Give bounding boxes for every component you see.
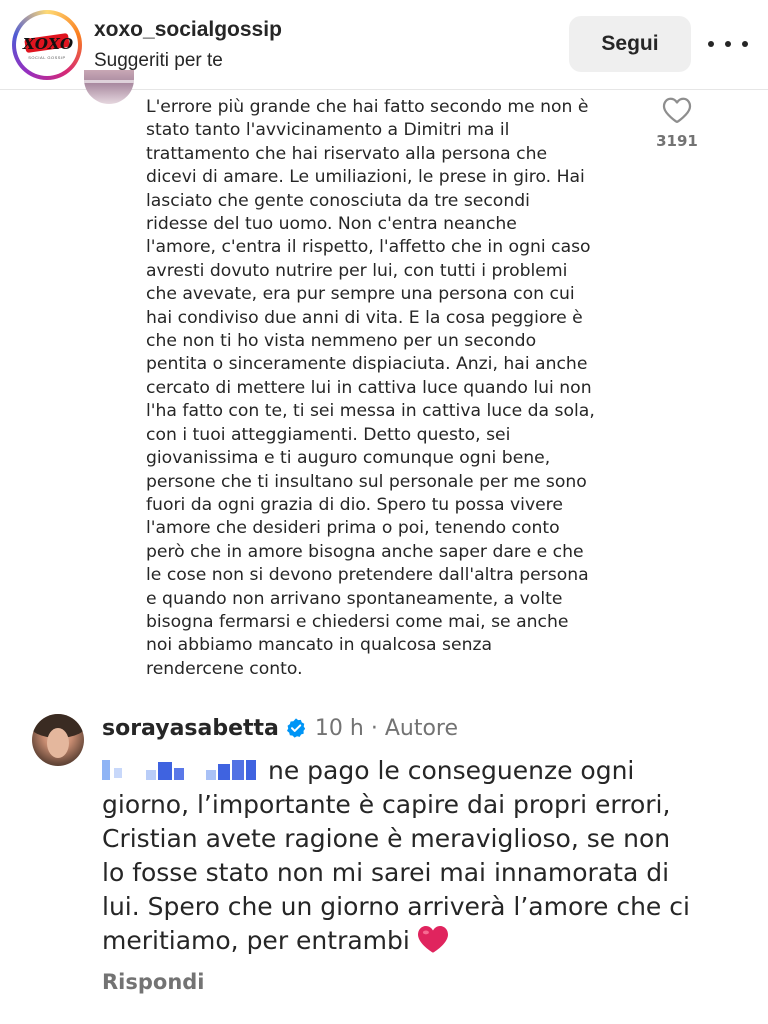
meta-separator: · — [370, 715, 378, 741]
reply-line-text: ne pago le conseguenze ogni — [268, 756, 635, 785]
reply-text: ne pago le conseguenze ogni giorno, l’im… — [102, 754, 742, 958]
reply-line-text: meritiamo, per entrambi — [102, 926, 410, 955]
comment-line: e quando non arrivano spontaneamente, a … — [146, 588, 563, 609]
comment-line: L'errore più grande che hai fatto second… — [146, 97, 589, 117]
reply-line: giorno, l’importante è capire dai propri… — [102, 790, 671, 819]
follow-button[interactable]: Segui — [569, 16, 691, 72]
comment-line: che avevate, era pur sempre una persona … — [146, 284, 575, 305]
comment-line: lasciato che gente conosciuta da tre sec… — [146, 190, 530, 211]
comment-text: L'errore più grande che hai fatto second… — [146, 96, 646, 681]
reply-button[interactable]: Rispondi — [102, 970, 205, 994]
comment-line: l'amore, c'entra il rispetto, l'affetto … — [146, 237, 591, 258]
comment-line: hai condiviso due anni di vita. E la cos… — [146, 307, 583, 328]
comment-line: rendercene conto. — [146, 658, 303, 679]
comment-line: ridesse del tuo uomo. Non c'entra neanch… — [146, 214, 517, 235]
red-heart-emoji-icon — [417, 926, 448, 953]
comment-line: avresti dovuto nutrire per lui, con tutt… — [146, 260, 568, 281]
comment-line: l'amore che desideri prima o poi, tenend… — [146, 518, 560, 539]
commenter-avatar — [84, 70, 134, 104]
comment-line: l'ha fatto con te, ti sei messa in catti… — [146, 401, 595, 422]
reply-avatar[interactable] — [32, 714, 84, 766]
more-options-icon[interactable] — [708, 30, 748, 58]
reply-line: lui. Spero che un giorno arriverà l’amor… — [102, 892, 690, 921]
author-label: Autore — [384, 715, 459, 741]
comment-line: fuori da ogni grazia di dio. Spero tu po… — [146, 494, 563, 515]
pixelated-redaction — [102, 758, 260, 782]
comment-line: giovanissima e ti auguro comunque ogni b… — [146, 448, 551, 469]
dot — [708, 41, 714, 47]
comment-line: che non ti ho vista nemmeno per un secon… — [146, 331, 537, 352]
dot — [725, 41, 731, 47]
heart-outline-icon[interactable] — [662, 96, 692, 124]
reply-line: lo fosse stato non mi sarei mai innamora… — [102, 858, 670, 887]
comment-line: bisogna fermarsi e chiedersi come mai, s… — [146, 611, 569, 632]
comment-line: le cose non si devono pretendere dall'al… — [146, 565, 589, 586]
dot — [742, 41, 748, 47]
logo-subtext: SOCIAL GOSSIP — [28, 55, 66, 60]
post-image: L'errore più grande che hai fatto second… — [0, 70, 768, 1024]
comment-line: stato tanto l'avvicinamento a Dimitri ma… — [146, 120, 510, 141]
comment-line: pentita o sinceramente dispiaciuta. Anzi… — [146, 354, 588, 375]
comment-line: però che in amore bisogna anche saper da… — [146, 541, 584, 562]
avatar-face — [47, 728, 69, 758]
profile-logo: XOXO SOCIAL GOSSIP — [19, 17, 75, 73]
comment-line: noi abbiamo mancato in qualcosa senza — [146, 635, 493, 656]
like-count: 3191 — [656, 132, 698, 150]
reply-line: meritiamo, per entrambi — [102, 924, 742, 958]
logo-text: XOXO — [23, 35, 74, 53]
comment-line: con i tuoi atteggiamenti. Detto questo, … — [146, 424, 511, 445]
suggested-label: Suggeriti per te — [94, 50, 223, 71]
profile-avatar-inner: XOXO SOCIAL GOSSIP — [16, 14, 78, 76]
reply-line: ne pago le conseguenze ogni — [102, 754, 742, 788]
comment-line: trattamento che hai riservato alla perso… — [146, 143, 548, 164]
profile-avatar[interactable]: XOXO SOCIAL GOSSIP — [12, 10, 82, 80]
reply-line: Cristian avete ragione è meraviglioso, s… — [102, 824, 671, 853]
account-username[interactable]: xoxo_socialgossip — [94, 18, 282, 42]
verified-badge-icon — [286, 718, 306, 738]
comment-line: cercato di mettere lui in cattiva luce q… — [146, 377, 592, 398]
reply-timestamp: 10 h — [314, 715, 364, 741]
reply-meta: sorayasabetta 10 h · Autore — [102, 712, 458, 744]
comment-line: dicevi di amare. Le umiliazioni, le pres… — [146, 167, 585, 188]
comment-line: persone che ti insultano sul personale p… — [146, 471, 587, 492]
reply-username[interactable]: sorayasabetta — [102, 716, 279, 741]
